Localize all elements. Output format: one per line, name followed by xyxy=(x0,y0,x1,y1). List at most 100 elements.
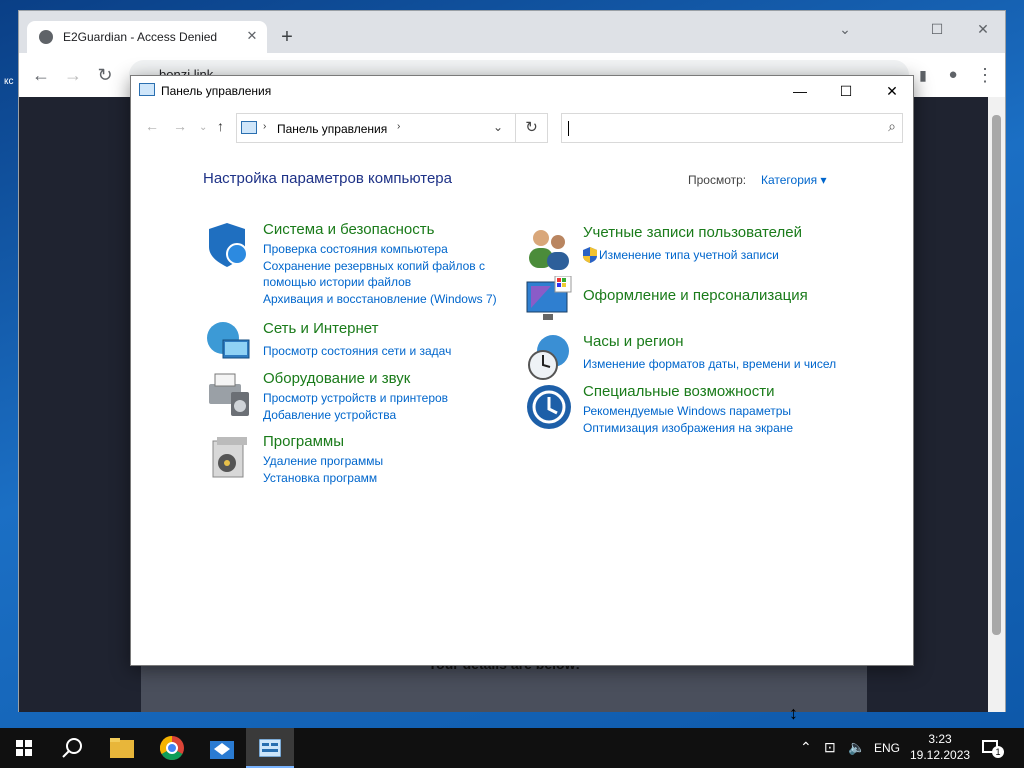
users-icon xyxy=(529,230,569,270)
taskbar-file-explorer[interactable] xyxy=(98,728,146,768)
windows-logo-icon xyxy=(16,740,32,756)
category-title[interactable]: Программы xyxy=(263,433,344,450)
category-link[interactable]: Сохранение резервных копий файлов с xyxy=(263,258,485,274)
tab-search-icon[interactable]: ⌄ xyxy=(823,15,867,43)
desktop-label: кс xyxy=(4,76,14,87)
category-clock-region: Часы и регион Изменение форматов даты, в… xyxy=(525,333,855,381)
category-title[interactable]: Оборудование и звук xyxy=(263,370,410,387)
browser-maximize-button[interactable]: ☐ xyxy=(915,15,959,43)
category-link[interactable]: Изменение типа учетной записи xyxy=(599,247,779,263)
menu-icon[interactable]: ⋮ xyxy=(971,61,999,89)
chevron-down-icon[interactable]: ⌄ xyxy=(493,120,503,134)
page-scrollbar[interactable] xyxy=(988,97,1005,712)
close-button[interactable]: ✕ xyxy=(869,76,915,106)
category-title[interactable]: Система и безопасность xyxy=(263,221,434,238)
show-hidden-icons[interactable]: ⌃ xyxy=(800,739,812,768)
view-dropdown[interactable]: Категория ▾ xyxy=(761,173,826,187)
folder-icon xyxy=(110,738,134,758)
shield-icon xyxy=(209,223,248,267)
category-link[interactable]: Архивация и восстановление (Windows 7) xyxy=(263,291,497,307)
reload-icon[interactable]: ↻ xyxy=(91,61,119,89)
notifications-button[interactable]: 1 xyxy=(982,738,1004,758)
view-label: Просмотр: xyxy=(688,173,747,187)
chevron-right-icon[interactable]: › xyxy=(397,121,400,132)
category-network: Сеть и Интернет Просмотр состояния сети … xyxy=(205,320,525,364)
category-link[interactable]: Просмотр устройств и принтеров xyxy=(263,390,448,406)
search-icon[interactable]: ⌕ xyxy=(888,118,896,135)
cp-navbar: ← → ⌄ ↑ › Панель управления › ⌄ ↻ ⌕ xyxy=(131,106,913,146)
new-tab-button[interactable]: + xyxy=(275,26,299,50)
address-text: Панель управления xyxy=(277,122,388,136)
scrollbar-thumb[interactable] xyxy=(992,115,1001,635)
clock-date: 19.12.2023 xyxy=(910,748,971,762)
tab-close-icon[interactable]: ✕ xyxy=(243,27,261,45)
control-panel-icon xyxy=(259,739,281,757)
category-link[interactable]: Изменение форматов даты, времени и чисел xyxy=(583,356,836,372)
category-programs: Программы Удаление программы Установка п… xyxy=(205,433,525,485)
category-hardware-sound: Оборудование и звук Просмотр устройств и… xyxy=(205,370,525,422)
taskbar-app[interactable] xyxy=(198,728,246,768)
globe-icon xyxy=(39,30,53,44)
volume-muted-icon[interactable]: 🔈 xyxy=(848,739,865,768)
minimize-button[interactable]: — xyxy=(777,76,823,106)
category-link[interactable]: помощью истории файлов xyxy=(263,274,411,290)
browser-close-button[interactable]: ✕ xyxy=(961,15,1005,43)
clock-time: 3:23 xyxy=(928,732,952,746)
back-icon[interactable]: ← xyxy=(27,61,55,89)
taskbar: ⌃ ⊡ 🔈 ENG 3:23 19.12.2023 1 xyxy=(0,728,1024,768)
category-title[interactable]: Часы и регион xyxy=(583,333,684,350)
category-link[interactable]: Рекомендуемые Windows параметры xyxy=(583,403,791,419)
category-title[interactable]: Учетные записи пользователей xyxy=(583,224,802,241)
maximize-button[interactable]: ☐ xyxy=(823,76,869,106)
tab-title: E2Guardian - Access Denied xyxy=(63,30,218,44)
clock[interactable]: 3:23 19.12.2023 xyxy=(910,728,970,768)
back-arrow-icon[interactable]: ← xyxy=(145,118,159,134)
search-button[interactable] xyxy=(48,728,96,768)
category-title[interactable]: Оформление и персонализация xyxy=(583,287,808,304)
forward-arrow-icon[interactable]: → xyxy=(173,118,187,134)
category-link[interactable]: Удаление программы xyxy=(263,453,383,469)
category-link[interactable]: Проверка состояния компьютера xyxy=(263,241,448,257)
programs-icon xyxy=(212,437,247,478)
control-panel-icon xyxy=(241,121,257,134)
clock-globe-icon xyxy=(528,335,569,380)
app-box-icon xyxy=(210,741,234,759)
category-title[interactable]: Специальные возможности xyxy=(583,383,775,400)
cp-address-bar[interactable]: › Панель управления › ⌄ ↻ xyxy=(236,113,548,143)
chrome-icon xyxy=(160,736,184,760)
category-link[interactable]: Просмотр состояния сети и задач xyxy=(263,343,451,359)
network-icon xyxy=(207,322,250,359)
forward-icon[interactable]: → xyxy=(59,61,87,89)
profile-icon[interactable]: ● xyxy=(939,61,967,89)
category-user-accounts: Учетные записи пользователей Изменение т… xyxy=(525,224,855,272)
notification-count: 1 xyxy=(992,746,1004,758)
refresh-icon[interactable]: ↻ xyxy=(515,114,547,142)
uac-shield-icon xyxy=(583,247,597,263)
language-indicator[interactable]: ENG xyxy=(874,741,900,768)
category-system-security: Система и безопасность Проверка состояни… xyxy=(205,221,525,311)
control-panel-icon xyxy=(139,83,155,96)
control-panel-window: Панель управления — ☐ ✕ ← → ⌄ ↑ › Панель… xyxy=(130,75,914,666)
cp-search-input[interactable]: ⌕ xyxy=(561,113,903,143)
recent-dropdown-icon[interactable]: ⌄ xyxy=(199,122,207,133)
start-button[interactable] xyxy=(0,728,48,768)
cp-title: Панель управления xyxy=(161,84,272,98)
browser-tab[interactable]: E2Guardian - Access Denied ✕ xyxy=(27,21,267,53)
chevron-right-icon: › xyxy=(263,121,267,132)
category-link[interactable]: Добавление устройства xyxy=(263,407,396,423)
accessibility-icon xyxy=(527,385,571,429)
category-link[interactable]: Оптимизация изображения на экране xyxy=(583,420,793,436)
search-icon xyxy=(62,738,82,758)
taskbar-chrome[interactable] xyxy=(148,728,196,768)
taskbar-control-panel[interactable] xyxy=(246,728,294,768)
category-link[interactable]: Установка программ xyxy=(263,470,377,486)
display-icon xyxy=(526,276,572,320)
network-tray-icon[interactable]: ⊡ xyxy=(824,739,836,768)
category-appearance: Оформление и персонализация xyxy=(525,276,855,324)
category-title[interactable]: Сеть и Интернет xyxy=(263,320,379,337)
resize-cursor-icon: ↕ xyxy=(789,703,798,723)
up-arrow-icon[interactable]: ↑ xyxy=(217,118,224,134)
cp-titlebar[interactable]: Панель управления — ☐ ✕ xyxy=(131,76,913,106)
tab-strip: E2Guardian - Access Denied ✕ + ⌄ ☐ ✕ xyxy=(19,11,1005,53)
page-title: Настройка параметров компьютера xyxy=(203,170,452,187)
